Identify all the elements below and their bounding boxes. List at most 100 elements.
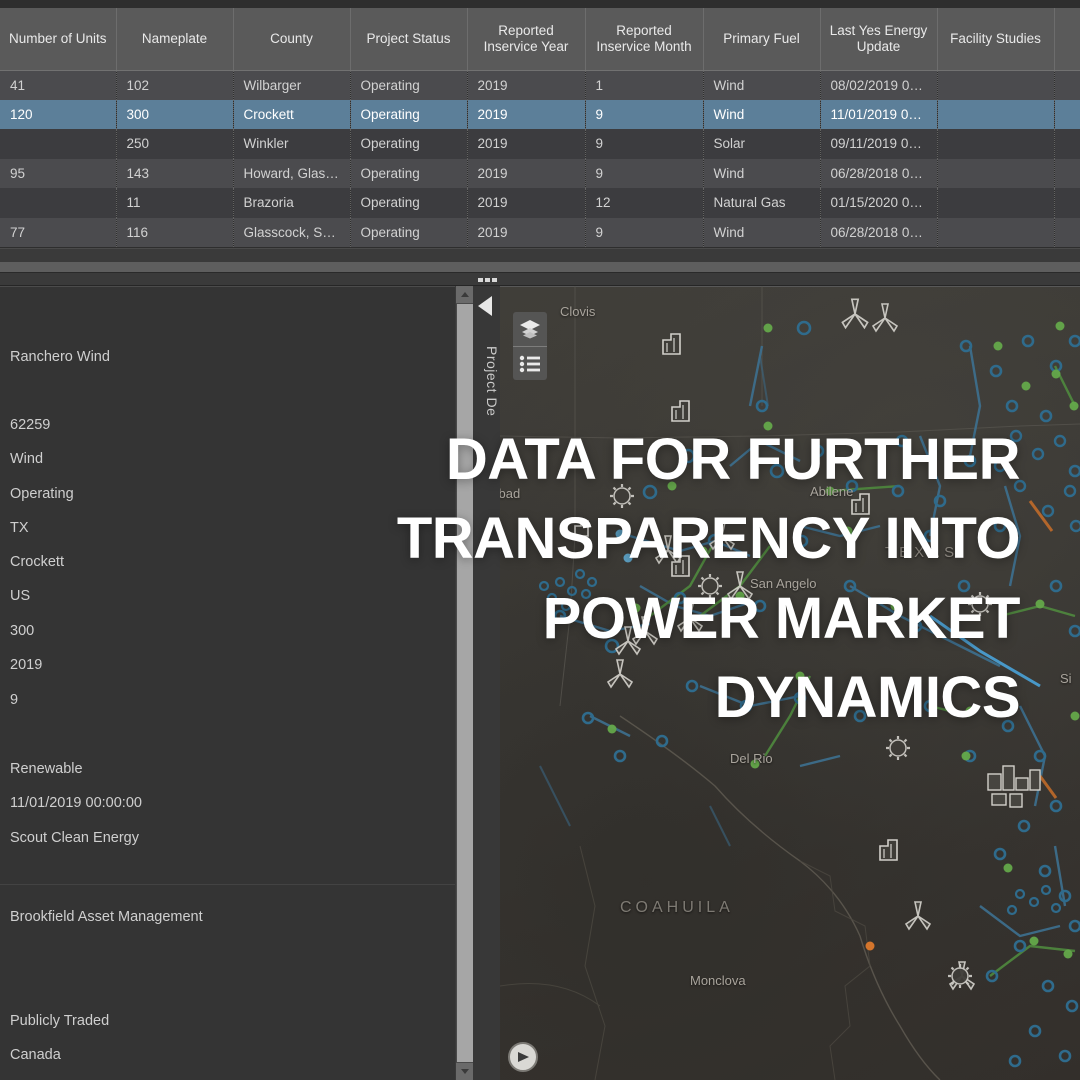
map-compass-button[interactable] [508,1042,538,1072]
cell-facility-studies [937,99,1055,129]
cell-inservice-month: 1 [585,70,704,100]
projects-table: Number of Units Nameplate County Project… [0,8,1080,247]
cell-last-update: 01/15/2020 00:... [820,188,938,218]
table-row[interactable]: 95 143 Howard, Glassco... Operating 2019… [0,158,1080,188]
detail-field-value: 11/01/2019 00:00:00 [10,795,142,811]
cell-primary-fuel: Solar [703,129,821,159]
grid-bottom-filler [0,262,1080,272]
cell-facility-studies [937,158,1055,188]
map-label-city: Clovis [560,304,596,319]
column-header-number-of-units[interactable]: Number of Units [0,8,117,71]
detail-field-value: TX [10,520,29,536]
table-header-row: Number of Units Nameplate County Project… [0,8,1080,71]
cell-inservice-year: 2019 [467,158,586,188]
cell-county: Crockett [233,99,351,129]
cell-primary-fuel: Wind [703,70,821,100]
map-label-region: COAHUILA [620,899,734,916]
detail-field-value: Operating [10,486,74,502]
detail-field-value: Canada [10,1047,61,1063]
header-line: Reported [498,22,554,38]
header-line: Last Yes Energy [829,22,928,38]
table-row[interactable]: 120 300 Crockett Operating 2019 9 Wind 1… [0,99,1080,129]
grid-top-margin [0,0,1080,8]
cell-inservice-year: 2019 [467,188,586,218]
map-label-city: Si [1060,671,1072,686]
scroll-down-button[interactable] [456,1063,474,1080]
cell-number-of-units: 41 [0,70,117,100]
map-label-city: Del Rio [730,751,773,766]
cell-county: Howard, Glassco... [233,158,351,188]
map-label-city: Abilene [810,484,854,499]
column-header-feasibility[interactable]: Fea [1054,8,1080,71]
layers-button[interactable] [513,312,547,346]
cell-last-update: 08/02/2019 00:... [820,70,938,100]
map-label-city: Monclova [690,973,746,988]
cell-nameplate: 116 [116,217,234,247]
cell-feasibility [1054,188,1080,218]
detail-field-value: 9 [10,692,19,708]
table-row[interactable]: 77 116 Glasscock, Sterling Operating 201… [0,217,1080,247]
map-label-city: San Angelo [750,576,817,591]
cell-feasibility [1054,99,1080,129]
header-line: Update [856,38,901,54]
panel-splitter[interactable] [0,272,1080,286]
scroll-up-button[interactable] [456,286,474,303]
application-window: Number of Units Nameplate County Project… [0,0,1080,1080]
project-map[interactable]: Clovis sbad Abilene San Angelo TEXAS Del… [500,286,1080,1080]
cell-county: Glasscock, Sterling [233,217,351,247]
detail-field-value: Brookfield Asset Management [10,909,203,925]
legend-list-icon [519,355,540,372]
column-header-facility-studies[interactable]: Facility Studies [937,8,1055,71]
cell-inservice-month: 9 [585,99,704,129]
detail-field-value: 62259 [10,417,51,433]
cell-nameplate: 102 [116,70,234,100]
cell-project-status: Operating [350,217,468,247]
column-header-last-yes-energy-update[interactable]: Last Yes Energy Update [820,8,938,71]
column-header-primary-fuel[interactable]: Primary Fuel [703,8,821,71]
header-line: Fea [1063,31,1080,47]
header-line: Project Status [366,30,451,46]
project-details-tab-label: Project De [484,346,500,417]
column-header-county[interactable]: County [233,8,351,71]
header-line: Reported [616,22,672,38]
detail-project-title: Ranchero Wind [10,349,110,365]
cell-feasibility [1054,217,1080,247]
cell-inservice-year: 2019 [467,129,586,159]
project-data-grid[interactable]: Number of Units Nameplate County Project… [0,0,1080,272]
chevron-down-icon [461,1069,469,1074]
cell-feasibility [1054,70,1080,100]
cell-last-update: 06/28/2018 00:... [820,158,938,188]
splitter-grip-icon[interactable] [478,278,497,282]
legend-button[interactable] [513,346,547,380]
cell-last-update: 06/28/2018 00:... [820,217,938,247]
cell-facility-studies [937,70,1055,100]
detail-panel-scrollbar[interactable] [455,286,474,1080]
collapse-panel-icon[interactable] [478,296,492,316]
table-row[interactable]: 41 102 Wilbarger Operating 2019 1 Wind 0… [0,70,1080,100]
column-header-project-status[interactable]: Project Status [350,8,468,71]
column-header-nameplate[interactable]: Nameplate [116,8,234,71]
column-header-reported-inservice-year[interactable]: Reported Inservice Year [467,8,586,71]
detail-field-value: Wind [10,451,44,467]
scrollbar-thumb[interactable] [457,304,473,1062]
header-line: Primary Fuel [723,30,800,46]
project-details-tab[interactable]: Project De [473,286,500,1080]
map-controls[interactable] [513,312,547,380]
cell-nameplate: 300 [116,99,234,129]
detail-field-value: Scout Clean Energy [10,830,139,846]
table-row[interactable]: 250 Winkler Operating 2019 9 Solar 09/11… [0,129,1080,159]
panel-top-rule [0,286,455,287]
detail-field-value: US [10,588,31,604]
cell-facility-studies [937,217,1055,247]
map-label-city: sbad [500,486,521,501]
header-line: County [270,30,313,46]
cell-project-status: Operating [350,129,468,159]
grid-horizontal-scrollbar[interactable] [0,248,1080,262]
cell-inservice-month: 9 [585,129,704,159]
cell-county: Brazoria [233,188,351,218]
cell-last-update: 11/01/2019 00:... [820,99,938,129]
table-row[interactable]: 11 Brazoria Operating 2019 12 Natural Ga… [0,188,1080,218]
column-header-reported-inservice-month[interactable]: Reported Inservice Month [585,8,704,71]
cell-number-of-units: 95 [0,158,117,188]
cell-project-status: Operating [350,158,468,188]
